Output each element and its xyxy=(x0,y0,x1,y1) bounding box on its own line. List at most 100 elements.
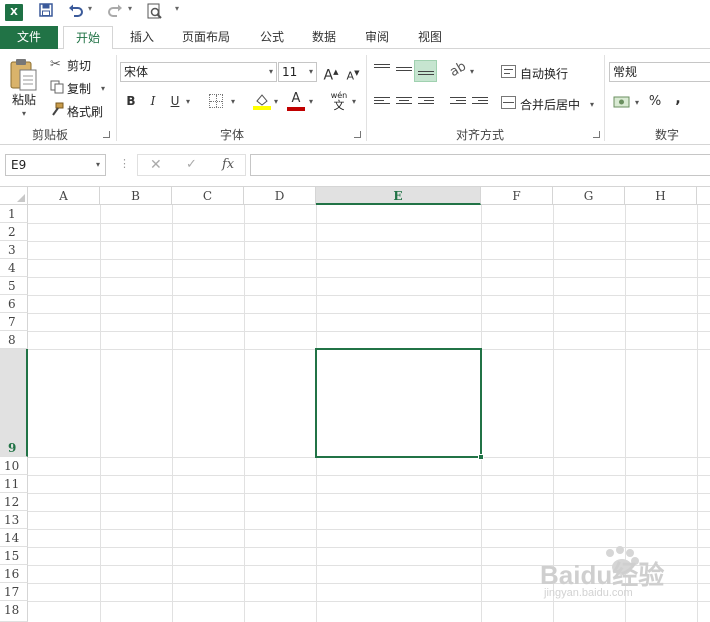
align-right-icon[interactable] xyxy=(418,97,434,111)
underline-dropdown-icon[interactable]: ▾ xyxy=(186,97,190,106)
font-name-dropdown-icon[interactable]: ▾ xyxy=(269,63,273,81)
decrease-indent-icon[interactable] xyxy=(450,97,466,111)
alignment-launcher-icon[interactable] xyxy=(593,131,600,138)
tab-data[interactable]: 数据 xyxy=(302,26,346,49)
row-header-8[interactable]: 8 xyxy=(0,331,28,349)
row-header-7[interactable]: 7 xyxy=(0,313,28,331)
column-header-e[interactable]: E xyxy=(316,187,481,205)
phonetic-dropdown-icon[interactable]: ▾ xyxy=(352,97,356,106)
accounting-dropdown-icon[interactable]: ▾ xyxy=(635,98,639,107)
row-header-6[interactable]: 6 xyxy=(0,295,28,313)
row-header-5[interactable]: 5 xyxy=(0,277,28,295)
fill-handle[interactable] xyxy=(478,454,484,460)
paste-button[interactable]: 粘贴 xyxy=(12,91,36,108)
font-name-combo[interactable]: 宋体 ▾ xyxy=(120,62,277,82)
redo-dropdown-icon[interactable]: ▾ xyxy=(128,4,132,13)
orientation-dropdown-icon[interactable]: ▾ xyxy=(470,67,474,76)
undo-dropdown-icon[interactable]: ▾ xyxy=(88,4,92,13)
copy-dropdown-icon[interactable]: ▾ xyxy=(101,84,105,93)
clipboard-launcher-icon[interactable] xyxy=(103,131,110,138)
comma-button[interactable]: , xyxy=(668,89,688,109)
save-icon[interactable] xyxy=(37,3,55,23)
name-box[interactable]: E9 ▾ xyxy=(5,154,106,176)
redo-icon[interactable] xyxy=(106,3,124,23)
font-launcher-icon[interactable] xyxy=(354,131,361,138)
format-painter-button[interactable]: 格式刷 xyxy=(67,103,103,120)
tab-file[interactable]: 文件 xyxy=(0,26,58,49)
column-header-f[interactable]: F xyxy=(481,187,553,205)
row-header-16[interactable]: 16 xyxy=(0,565,28,583)
borders-icon[interactable] xyxy=(209,94,223,108)
row-header-17[interactable]: 17 xyxy=(0,583,28,601)
wrap-text-button[interactable]: 自动换行 xyxy=(520,65,568,82)
italic-button[interactable]: I xyxy=(143,91,163,111)
formula-input[interactable] xyxy=(250,154,710,176)
name-box-dropdown-icon[interactable]: ▾ xyxy=(96,155,100,175)
align-center-icon[interactable] xyxy=(396,97,412,111)
row-header-13[interactable]: 13 xyxy=(0,511,28,529)
tab-formulas[interactable]: 公式 xyxy=(250,26,294,49)
font-size-combo[interactable]: 11 ▾ xyxy=(278,62,317,82)
column-header-g[interactable]: G xyxy=(553,187,625,205)
increase-indent-icon[interactable] xyxy=(472,97,488,111)
tab-home[interactable]: 开始 xyxy=(63,26,113,50)
merge-center-button[interactable]: 合并后居中 xyxy=(520,96,580,113)
enter-icon[interactable]: ✓ xyxy=(186,157,197,172)
row-header-10[interactable]: 10 xyxy=(0,457,28,475)
copy-button[interactable]: 复制 xyxy=(67,80,91,97)
accounting-format-icon[interactable] xyxy=(613,94,631,113)
row-header-1[interactable]: 1 xyxy=(0,205,28,223)
paste-dropdown-icon[interactable]: ▾ xyxy=(22,109,26,118)
tab-view[interactable]: 视图 xyxy=(408,26,452,49)
row-header-11[interactable]: 11 xyxy=(0,475,28,493)
cancel-icon[interactable]: ✕ xyxy=(150,157,162,173)
paste-icon[interactable] xyxy=(8,57,40,95)
font-color-dropdown-icon[interactable]: ▾ xyxy=(309,97,313,106)
cut-button[interactable]: 剪切 xyxy=(67,57,91,74)
print-preview-icon[interactable] xyxy=(146,3,164,23)
column-header-partial[interactable] xyxy=(697,187,710,205)
fill-color-icon[interactable] xyxy=(253,92,271,113)
shrink-font-button[interactable]: A▼ xyxy=(343,63,363,83)
align-left-icon[interactable] xyxy=(374,97,390,111)
tab-review[interactable]: 审阅 xyxy=(355,26,399,49)
column-header-a[interactable]: A xyxy=(28,187,100,205)
formula-bar-grip-icon[interactable]: ⋮ xyxy=(119,157,130,170)
column-header-b[interactable]: B xyxy=(100,187,172,205)
selected-cell[interactable] xyxy=(315,348,482,458)
align-top-icon[interactable] xyxy=(374,64,390,78)
phonetic-button[interactable]: wén 文 xyxy=(328,91,350,111)
row-header-18[interactable]: 18 xyxy=(0,601,28,622)
bold-button[interactable]: B xyxy=(121,91,141,111)
row-header-14[interactable]: 14 xyxy=(0,529,28,547)
font-size-dropdown-icon[interactable]: ▾ xyxy=(309,63,313,81)
borders-dropdown-icon[interactable]: ▾ xyxy=(231,97,235,106)
tab-insert[interactable]: 插入 xyxy=(120,26,164,49)
column-header-h[interactable]: H xyxy=(625,187,697,205)
tab-page-layout[interactable]: 页面布局 xyxy=(172,26,240,49)
align-middle-icon[interactable] xyxy=(396,67,412,81)
customize-qat-icon[interactable]: ▾ xyxy=(175,4,179,13)
select-all-button[interactable] xyxy=(0,187,28,205)
row-header-2[interactable]: 2 xyxy=(0,223,28,241)
orientation-icon[interactable]: ab xyxy=(447,59,469,80)
row-header-15[interactable]: 15 xyxy=(0,547,28,565)
row-header-9[interactable]: 9 xyxy=(0,349,28,457)
align-bottom-icon xyxy=(418,71,434,85)
row-header-3[interactable]: 3 xyxy=(0,241,28,259)
align-bottom-button[interactable] xyxy=(414,60,437,82)
insert-function-icon[interactable]: fx xyxy=(222,157,234,172)
column-header-c[interactable]: C xyxy=(172,187,244,205)
percent-button[interactable]: % xyxy=(645,92,665,112)
row-header-12[interactable]: 12 xyxy=(0,493,28,511)
fill-color-dropdown-icon[interactable]: ▾ xyxy=(274,97,278,106)
grow-font-button[interactable]: A▲ xyxy=(321,62,341,84)
font-color-button[interactable]: A xyxy=(287,91,305,111)
column-header-d[interactable]: D xyxy=(244,187,316,205)
undo-icon[interactable] xyxy=(67,3,85,23)
merge-center-icon xyxy=(501,96,516,109)
row-header-4[interactable]: 4 xyxy=(0,259,28,277)
merge-center-dropdown-icon[interactable]: ▾ xyxy=(590,100,594,109)
number-format-combo[interactable]: 常规 xyxy=(609,62,710,82)
underline-button[interactable]: U xyxy=(165,91,185,111)
